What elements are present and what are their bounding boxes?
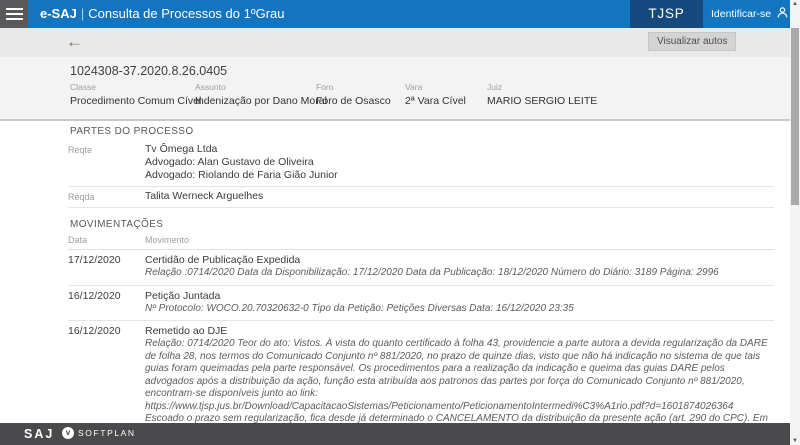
- column-header-movement: Movimento: [145, 235, 189, 245]
- field-classe: Classe Procedimento Comum Cível: [70, 82, 201, 107]
- movement-body: Remetido ao DJE Relação: 0714/2020 Teor …: [145, 325, 774, 423]
- party-lawyer: Advogado: Riolando de Faria Gião Junior: [145, 169, 338, 182]
- party-row: Reqte Tv Ômega Ltda Advogado: Alan Gusta…: [68, 140, 774, 187]
- court-logo-tjsp[interactable]: TJSP: [630, 0, 703, 28]
- field-juiz: Juiz MARIO SERGIO LEITE: [487, 82, 597, 107]
- movement-date: 17/12/2020: [68, 254, 145, 280]
- movement-description: Relação: 0714/2020 Teor do ato: Vistos. …: [145, 338, 774, 423]
- process-header: 1024308-37.2020.8.26.0405 Classe Procedi…: [0, 57, 790, 121]
- title-separator: |: [77, 6, 88, 21]
- field-value: Procedimento Comum Cível: [70, 95, 201, 107]
- table-row: 17/12/2020 Certidão de Publicação Expedi…: [68, 250, 774, 286]
- movement-description: Nº Protocolo: WOCO.20.70320632-0 Tipo da…: [145, 303, 774, 316]
- page-title: Consulta de Processos do 1ºGrau: [88, 6, 284, 21]
- login-label: Identificar-se: [711, 8, 771, 20]
- party-names: Talita Werneck Arguelhes: [145, 190, 263, 203]
- movement-title: Remetido ao DJE: [145, 325, 774, 338]
- movement-description: Relação :0714/2020 Data da Disponibiliza…: [145, 267, 774, 280]
- table-row: 16/12/2020 Petição Juntada Nº Protocolo:…: [68, 286, 774, 322]
- movement-date: 16/12/2020: [68, 290, 145, 316]
- movement-body: Certidão de Publicação Expedida Relação …: [145, 254, 774, 280]
- view-autos-button[interactable]: Visualizar autos: [648, 32, 736, 51]
- app-title: e-SAJ|Consulta de Processos do 1ºGrau: [40, 0, 285, 28]
- field-vara: Vara 2ª Vara Cível: [405, 82, 466, 107]
- party-names: Tv Ômega Ltda Advogado: Alan Gustavo de …: [145, 143, 338, 182]
- field-label: Vara: [405, 82, 466, 92]
- field-value: Indenização por Dano Moral: [195, 95, 327, 107]
- softplan-label: SOFTPLAN: [78, 428, 136, 438]
- toolbar: ← Visualizar autos: [0, 28, 790, 57]
- softplan-logo: v SOFTPLAN: [62, 427, 136, 439]
- header-divider: [0, 119, 790, 121]
- party-role: Reqte: [68, 143, 145, 182]
- scrollbar-thumb[interactable]: [791, 28, 799, 205]
- movement-body: Petição Juntada Nº Protocolo: WOCO.20.70…: [145, 290, 774, 316]
- party-name: Talita Werneck Arguelhes: [145, 190, 263, 203]
- field-assunto: Assunto Indenização por Dano Moral: [195, 82, 327, 107]
- field-foro: Foro Foro de Osasco: [316, 82, 391, 107]
- footer: SAJ v SOFTPLAN: [0, 423, 800, 445]
- vertical-scrollbar[interactable]: ▲ ▼: [790, 0, 800, 445]
- column-header-date: Data: [68, 235, 145, 245]
- movements-table: Data Movimento 17/12/2020 Certidão de Pu…: [68, 235, 774, 423]
- field-value: Foro de Osasco: [316, 95, 391, 107]
- titlebar: e-SAJ|Consulta de Processos do 1ºGrau TJ…: [0, 0, 790, 28]
- parties-table: Reqte Tv Ômega Ltda Advogado: Alan Gusta…: [68, 140, 774, 208]
- scroll-down-icon[interactable]: ▼: [790, 438, 800, 444]
- party-lawyer: Advogado: Alan Gustavo de Oliveira: [145, 156, 338, 169]
- login-button[interactable]: Identificar-se: [711, 0, 789, 28]
- process-number: 1024308-37.2020.8.26.0405: [70, 64, 227, 78]
- party-row: Reqda Talita Werneck Arguelhes: [68, 187, 774, 208]
- field-value: 2ª Vara Cível: [405, 95, 466, 107]
- main-content: PARTES DO PROCESSO Reqte Tv Ômega Ltda A…: [0, 123, 790, 423]
- app-name: e-SAJ: [40, 6, 77, 21]
- field-label: Classe: [70, 82, 201, 92]
- party-name: Tv Ômega Ltda: [145, 143, 338, 156]
- parties-section-title: PARTES DO PROCESSO: [70, 126, 194, 137]
- field-label: Juiz: [487, 82, 597, 92]
- field-value: MARIO SERGIO LEITE: [487, 95, 597, 107]
- field-label: Foro: [316, 82, 391, 92]
- movements-section-title: MOVIMENTAÇÕES: [70, 219, 163, 230]
- user-icon: [776, 6, 789, 22]
- field-label: Assunto: [195, 82, 327, 92]
- movement-title: Petição Juntada: [145, 290, 774, 303]
- softplan-icon: v: [62, 427, 74, 439]
- scroll-up-icon[interactable]: ▲: [790, 1, 800, 7]
- hamburger-menu-icon[interactable]: [0, 0, 28, 28]
- movement-date: 16/12/2020: [68, 325, 145, 423]
- back-arrow-icon[interactable]: ←: [66, 30, 83, 54]
- saj-logo: SAJ: [24, 427, 54, 441]
- table-row: 16/12/2020 Remetido ao DJE Relação: 0714…: [68, 321, 774, 423]
- movements-table-header: Data Movimento: [68, 235, 774, 250]
- party-role: Reqda: [68, 190, 145, 203]
- movement-title: Certidão de Publicação Expedida: [145, 254, 774, 267]
